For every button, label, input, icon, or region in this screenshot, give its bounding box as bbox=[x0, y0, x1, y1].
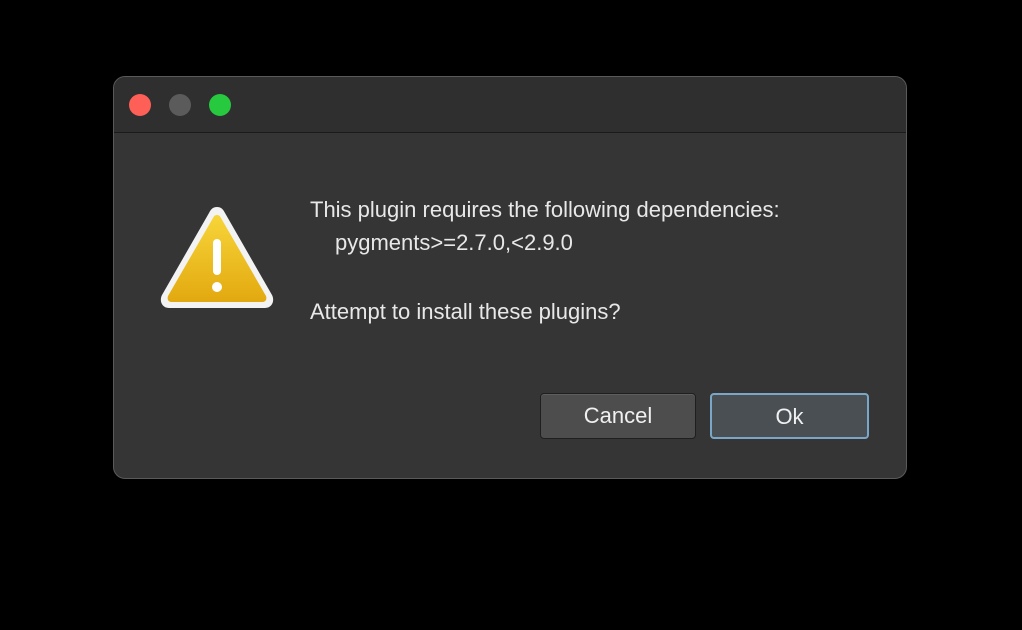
minimize-window-button[interactable] bbox=[169, 94, 191, 116]
dialog-message: This plugin requires the following depen… bbox=[310, 193, 780, 328]
message-line-1: This plugin requires the following depen… bbox=[310, 197, 780, 222]
dependency-spec: pygments>=2.7.0,<2.9.0 bbox=[335, 230, 573, 255]
zoom-window-button[interactable] bbox=[209, 94, 231, 116]
warning-icon bbox=[160, 207, 274, 308]
install-prompt: Attempt to install these plugins? bbox=[310, 299, 621, 324]
dependency-dialog: This plugin requires the following depen… bbox=[113, 76, 907, 479]
ok-button[interactable]: Ok bbox=[710, 393, 869, 439]
close-window-button[interactable] bbox=[129, 94, 151, 116]
cancel-button[interactable]: Cancel bbox=[540, 393, 696, 439]
title-bar bbox=[114, 77, 906, 133]
